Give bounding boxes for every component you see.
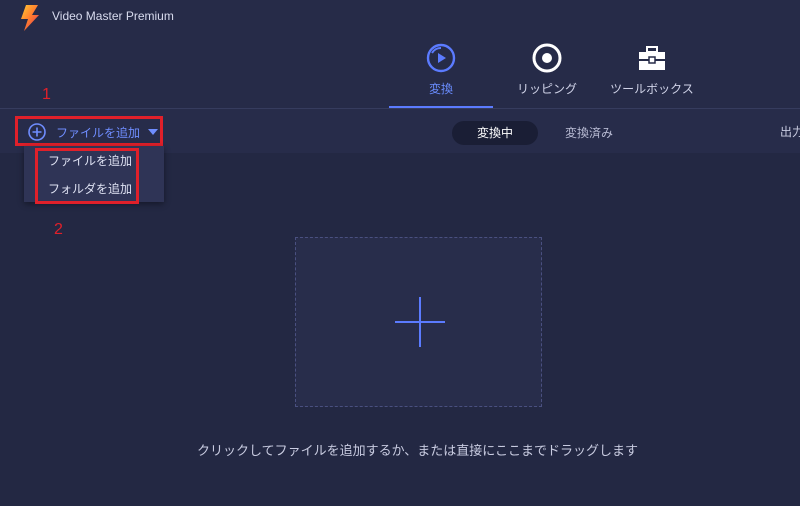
tab-toolbox-label: ツールボックス xyxy=(610,82,694,96)
add-file-button[interactable]: ファイルを追加 xyxy=(28,121,159,143)
output-label[interactable]: 出力 xyxy=(780,123,800,140)
app-title: Video Master Premium xyxy=(52,9,174,23)
menu-item-add-folder[interactable]: フォルダを追加 xyxy=(48,180,132,197)
tab-ripping[interactable]: リッピング xyxy=(495,42,599,108)
add-file-label: ファイルを追加 xyxy=(56,125,141,140)
tab-convert-label: 変換 xyxy=(428,82,453,96)
app-logo-icon xyxy=(21,5,39,31)
tab-converting[interactable]: 変換中 xyxy=(452,121,538,145)
file-drop-zone[interactable] xyxy=(295,237,542,407)
convert-play-icon xyxy=(426,43,456,73)
menu-item-add-file[interactable]: ファイルを追加 xyxy=(48,152,132,169)
chevron-down-icon[interactable] xyxy=(148,129,159,135)
tab-convert[interactable]: 変換 xyxy=(389,42,493,108)
tab-toolbox[interactable]: ツールボックス xyxy=(600,42,704,108)
tab-ripping-label: リッピング xyxy=(516,82,577,96)
add-circle-icon xyxy=(28,123,46,141)
drop-hint-text: クリックしてファイルを追加するか、または直接にここまでドラッグします xyxy=(196,444,639,459)
add-file-dropdown-menu: ファイルを追加 フォルダを追加 xyxy=(24,146,164,202)
header-bar: Video Master Premium 変換 リッピング ツールボックス xyxy=(0,0,800,108)
add-plus-icon xyxy=(395,297,445,347)
toolbox-icon xyxy=(639,46,665,70)
annotation-1: 1 xyxy=(42,86,51,103)
tab-converted[interactable]: 変換済み xyxy=(548,121,630,145)
annotation-2: 2 xyxy=(54,221,63,238)
disc-icon xyxy=(532,43,562,73)
